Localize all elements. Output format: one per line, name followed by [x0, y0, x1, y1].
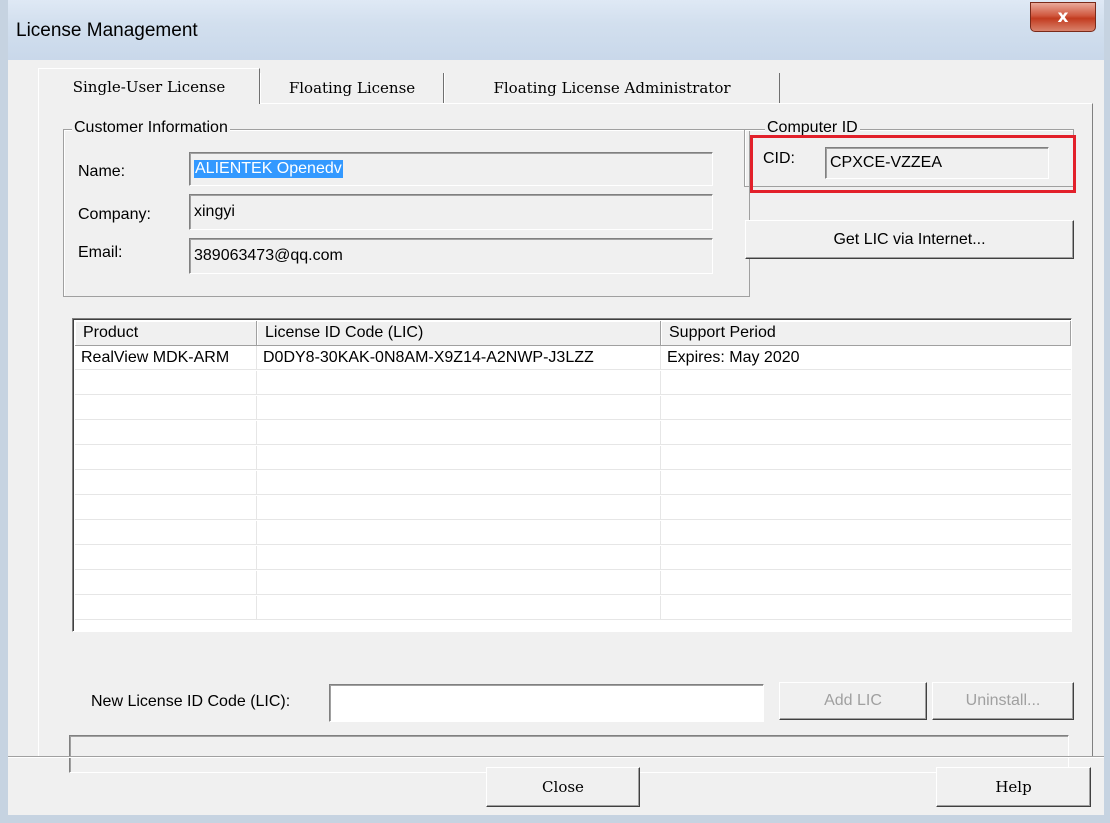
column-header-product[interactable]: Product — [75, 321, 257, 346]
tab-floating-license-administrator[interactable]: Floating License Administrator — [444, 73, 780, 103]
empty-row — [75, 546, 1071, 570]
column-header-support-period[interactable]: Support Period — [661, 321, 1071, 346]
email-field[interactable]: 389063473@qq.com — [189, 238, 713, 274]
customer-information-group: Customer Information Name: ALIENTEK Open… — [63, 119, 750, 297]
support-period-cell: Expires: May 2020 — [667, 349, 800, 366]
tab-floating-license[interactable]: Floating License — [260, 73, 444, 103]
get-lic-via-internet-button[interactable]: Get LIC via Internet... — [745, 220, 1074, 259]
license-table-header: Product License ID Code (LIC) Support Pe… — [75, 321, 1071, 346]
close-button[interactable]: Close — [486, 767, 640, 807]
dialog-client-area: Single-User License Floating License Flo… — [8, 60, 1104, 815]
customer-information-legend: Customer Information — [72, 119, 230, 137]
uninstall-button[interactable]: Uninstall... — [932, 682, 1074, 720]
empty-row — [75, 446, 1071, 470]
cid-highlight-box — [750, 135, 1076, 193]
column-header-lic[interactable]: License ID Code (LIC) — [257, 321, 661, 346]
name-value: ALIENTEK Openedv — [194, 160, 343, 178]
empty-row — [75, 571, 1071, 595]
empty-row — [75, 521, 1071, 545]
tab-strip: Single-User License Floating License Flo… — [8, 60, 1104, 104]
window-title: License Management — [16, 20, 198, 41]
empty-row — [75, 496, 1071, 520]
new-lic-label: New License ID Code (LIC): — [91, 693, 291, 710]
company-field[interactable]: xingyi — [189, 194, 713, 230]
company-value: xingyi — [194, 203, 235, 220]
license-table[interactable]: Product License ID Code (LIC) Support Pe… — [72, 318, 1072, 632]
empty-row — [75, 421, 1071, 445]
empty-row — [75, 396, 1071, 420]
empty-row — [75, 371, 1071, 395]
empty-row — [75, 471, 1071, 495]
help-button[interactable]: Help — [936, 767, 1091, 807]
company-label: Company: — [78, 206, 151, 223]
empty-row — [75, 596, 1071, 620]
close-window-button[interactable]: x — [1030, 2, 1096, 32]
license-management-window: License Management x Single-User License… — [0, 0, 1110, 823]
email-value: 389063473@qq.com — [194, 247, 343, 264]
title-bar[interactable]: License Management x — [8, 0, 1104, 60]
single-user-license-panel: Customer Information Name: ALIENTEK Open… — [38, 103, 1093, 773]
product-cell: RealView MDK-ARM — [75, 346, 257, 370]
email-label: Email: — [78, 244, 123, 261]
close-icon: x — [1057, 7, 1069, 27]
name-label: Name: — [78, 163, 126, 180]
name-field[interactable]: ALIENTEK Openedv — [189, 152, 713, 186]
lic-cell: D0DY8-30KAK-0N8AM-X9Z14-A2NWP-J3LZZ — [257, 346, 661, 370]
tab-single-user-license[interactable]: Single-User License — [38, 68, 260, 104]
table-row[interactable]: RealView MDK-ARM D0DY8-30KAK-0N8AM-X9Z14… — [75, 346, 1071, 370]
add-lic-button[interactable]: Add LIC — [779, 682, 927, 720]
new-lic-input[interactable] — [329, 684, 764, 722]
footer-separator — [8, 756, 1104, 758]
